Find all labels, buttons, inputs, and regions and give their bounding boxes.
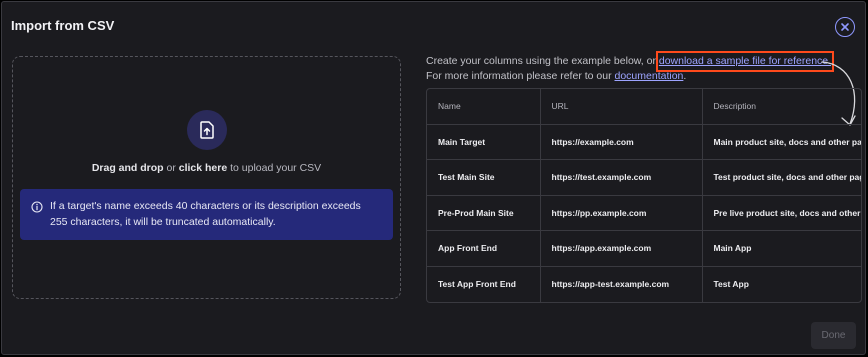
close-icon [841,23,849,31]
drop-instructions: Drag and drop or click here to upload yo… [13,162,400,174]
truncation-info-banner: If a target's name exceeds 40 characters… [20,189,393,240]
download-sample-link[interactable]: download a sample file for reference. [655,51,835,72]
cell-description: Main App [702,230,861,267]
table-row: Pre-Prod Main Site https://pp.example.co… [427,195,861,231]
table-row: Test App Front End https://app-test.exam… [427,266,861,302]
cell-name: App Front End [427,230,541,267]
cell-description: Test App [702,266,861,302]
upload-button[interactable] [187,110,227,150]
instructions-line2-suffix: . [683,70,687,82]
file-upload-icon [200,121,214,139]
drag-and-drop-label: Drag and drop [91,162,164,174]
documentation-link[interactable]: documentation [615,70,684,82]
column-header-description: Description [702,89,861,125]
table-row: Main Target https://example.com Main pro… [427,124,861,160]
cell-name: Test Main Site [427,159,541,196]
example-table: Name URL Description Main Target https:/… [426,88,862,303]
cell-name: Pre-Prod Main Site [427,195,541,231]
cell-description: Test product site, docs and other pag [702,159,861,196]
cell-name: Test App Front End [427,266,541,302]
modal-title: Import from CSV [11,18,115,33]
cell-url: https://pp.example.com [540,195,703,231]
drop-suffix-text: to upload your CSV [227,162,322,174]
close-button[interactable] [835,17,855,37]
info-text: If a target's name exceeds 40 characters… [50,200,361,228]
cell-url: https://app-test.example.com [540,266,703,302]
cell-url: https://app.example.com [540,230,703,267]
column-header-url: URL [540,89,703,125]
table-row: App Front End https://app.example.com Ma… [427,230,861,267]
csv-dropzone[interactable]: Drag and drop or click here to upload yo… [12,56,401,299]
table-row: Test Main Site https://test.example.com … [427,159,861,196]
click-here-link[interactable]: click here [179,162,227,174]
done-button[interactable]: Done [811,322,856,349]
cell-description: Pre live product site, docs and other p [702,195,861,231]
instructions: Create your columns using the example be… [426,51,835,84]
instructions-line1: Create your columns using the example be… [426,55,659,67]
cell-url: https://example.com [540,124,703,160]
column-header-name: Name [427,89,541,125]
instructions-line2: For more information please refer to our [426,70,615,82]
cell-url: https://test.example.com [540,159,703,196]
cell-description: Main product site, docs and other pag [702,124,861,160]
drop-or-text: or [163,162,179,174]
table-header-row: Name URL Description [427,89,861,125]
info-icon [31,201,43,213]
cell-name: Main Target [427,124,541,160]
import-csv-modal: Import from CSV Drag and drop or click h… [1,1,866,355]
